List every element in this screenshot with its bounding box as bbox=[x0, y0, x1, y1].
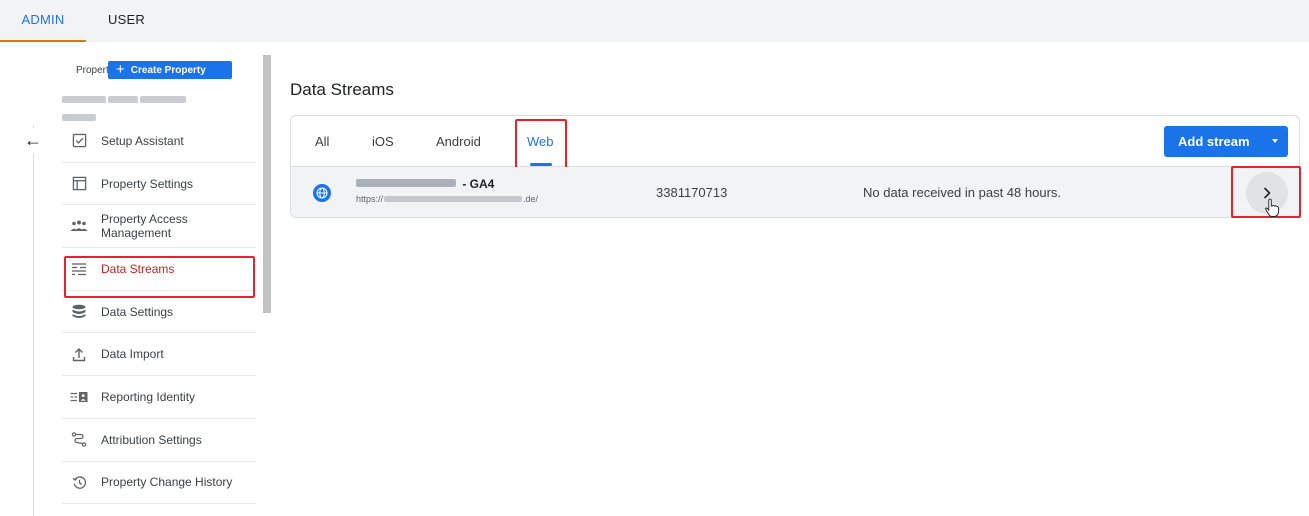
redacted-name bbox=[356, 179, 456, 187]
sidebar-item-property-access-management[interactable]: Property Access Management bbox=[62, 205, 256, 249]
back-button[interactable]: ← bbox=[20, 128, 46, 154]
arrow-left-icon: ← bbox=[24, 130, 42, 150]
route-icon bbox=[70, 431, 88, 449]
data-streams-card: All iOS Android Web Add stream - GA4 htt… bbox=[290, 115, 1300, 218]
sidebar-item-label: Property Change History bbox=[101, 475, 233, 490]
sidebar-item-label: Attribution Settings bbox=[101, 432, 202, 447]
globe-icon bbox=[313, 184, 331, 202]
caret-down-icon bbox=[1272, 139, 1278, 143]
sidebar-item-attribution-settings[interactable]: Attribution Settings bbox=[62, 419, 256, 462]
upload-icon bbox=[70, 345, 88, 363]
stream-url: https:// .de/ bbox=[356, 194, 538, 204]
identity-icon bbox=[70, 388, 88, 406]
stream-tabs: All iOS Android Web Add stream bbox=[291, 116, 1299, 173]
stream-name: - GA4 bbox=[356, 177, 494, 191]
create-property-button[interactable]: + Create Property bbox=[108, 61, 232, 79]
sidebar-item-reporting-identity[interactable]: Reporting Identity bbox=[62, 376, 256, 419]
top-tab-bar: ADMIN USER bbox=[0, 0, 1309, 42]
tab-admin[interactable]: ADMIN bbox=[0, 0, 86, 42]
tab-ios[interactable]: iOS bbox=[372, 116, 394, 167]
highlight-box-data-streams bbox=[64, 256, 255, 298]
hand-cursor-icon bbox=[1265, 198, 1280, 217]
window-icon bbox=[70, 175, 88, 193]
add-stream-label: Add stream bbox=[1178, 134, 1250, 149]
checkbox-icon bbox=[70, 132, 88, 150]
create-property-label: Create Property bbox=[130, 65, 206, 76]
redacted-url bbox=[384, 196, 523, 202]
page-title: Data Streams bbox=[290, 80, 394, 99]
sidebar-item-label: Setup Assistant bbox=[101, 133, 184, 148]
stream-row[interactable]: - GA4 https:// .de/ 3381170713 No data re… bbox=[291, 167, 1299, 217]
sidebar-item-label: Data Import bbox=[101, 347, 164, 362]
sidebar-item-label: Reporting Identity bbox=[101, 389, 196, 404]
history-icon bbox=[70, 473, 88, 491]
sidebar-item-label: Data Settings bbox=[101, 304, 174, 319]
sidebar-item-setup-assistant[interactable]: Setup Assistant bbox=[62, 120, 256, 163]
plus-icon: + bbox=[116, 61, 125, 78]
add-stream-button[interactable]: Add stream bbox=[1164, 126, 1288, 157]
sidebar-nav: Setup Assistant Property Settings Proper… bbox=[62, 120, 256, 505]
sidebar-item-label: Property Access Management bbox=[101, 212, 188, 241]
sidebar-scrollbar[interactable] bbox=[263, 55, 271, 313]
stream-status: No data received in past 48 hours. bbox=[863, 185, 1062, 200]
highlight-box-web-tab bbox=[515, 119, 567, 173]
stream-url-suffix: .de/ bbox=[523, 194, 539, 204]
tab-all[interactable]: All bbox=[315, 116, 329, 167]
rail-divider bbox=[33, 125, 34, 516]
property-name-redacted bbox=[62, 90, 222, 121]
sidebar-item-data-import[interactable]: Data Import bbox=[62, 333, 256, 377]
sidebar-item-property-settings[interactable]: Property Settings bbox=[62, 163, 256, 206]
people-icon bbox=[70, 217, 88, 235]
database-icon bbox=[70, 303, 88, 321]
stream-id: 3381170713 bbox=[656, 185, 728, 200]
stream-name-suffix: - GA4 bbox=[459, 177, 495, 191]
tab-user[interactable]: USER bbox=[108, 0, 145, 42]
sidebar-item-label: Property Settings bbox=[101, 176, 194, 191]
tab-android[interactable]: Android bbox=[436, 116, 481, 167]
sidebar-item-property-change-history[interactable]: Property Change History bbox=[62, 462, 256, 505]
stream-url-prefix: https:// bbox=[356, 194, 384, 204]
